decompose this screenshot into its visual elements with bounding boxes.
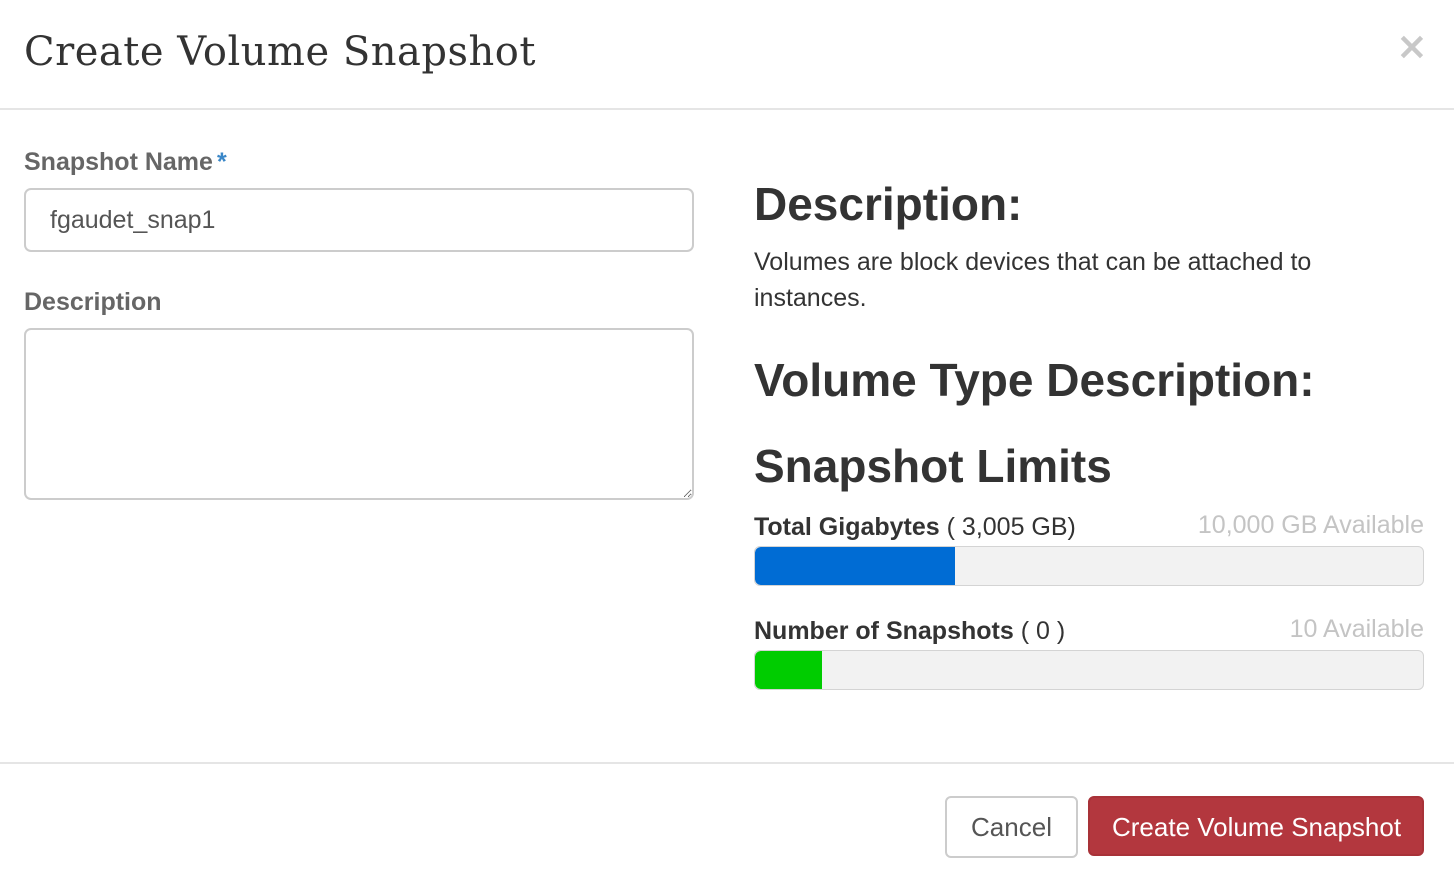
create-volume-snapshot-button[interactable]: Create Volume Snapshot	[1088, 796, 1424, 856]
quota-gigabytes-available: 10,000 GB Available	[1197, 511, 1424, 539]
required-marker: *	[216, 148, 227, 176]
description-heading: Description:	[754, 178, 1023, 230]
quota-snapshots-label: Number of Snapshots ( 0 )	[754, 615, 1065, 647]
quota-snapshots-progress-fill	[755, 651, 822, 689]
dialog-body: Snapshot Name* Description Description: …	[0, 110, 1454, 762]
cancel-button[interactable]: Cancel	[945, 796, 1078, 858]
quota-gigabytes-label: Total Gigabytes ( 3,005 GB)	[754, 511, 1076, 543]
quota-gigabytes-progress	[754, 546, 1424, 586]
description-label: Description	[24, 288, 162, 316]
dialog-header: Create Volume Snapshot ×	[0, 0, 1454, 110]
dialog-title: Create Volume Snapshot	[24, 29, 536, 75]
description-help-text: Volumes are block devices that can be at…	[754, 248, 1312, 312]
quota-snapshots-title: Number of Snapshots	[754, 617, 1014, 645]
quota-gigabytes-used: ( 3,005 GB)	[946, 513, 1076, 541]
snapshot-name-label: Snapshot Name *	[24, 146, 227, 178]
quota-gigabytes-title: Total Gigabytes	[754, 513, 940, 541]
snapshot-limits-heading: Snapshot Limits	[754, 440, 1112, 492]
quota-gigabytes-progress-fill	[755, 547, 956, 585]
quota-gigabytes-row: Total Gigabytes ( 3,005 GB) 10,000 GB Av…	[754, 511, 1424, 543]
description-textarea[interactable]	[24, 328, 694, 500]
quota-snapshots-available: 10 Available	[1289, 615, 1424, 643]
quota-snapshots-used: ( 0 )	[1020, 617, 1066, 645]
quota-snapshots-row: Number of Snapshots ( 0 ) 10 Available	[754, 615, 1424, 647]
create-volume-snapshot-dialog: Create Volume Snapshot × Snapshot Name * …	[0, 0, 1454, 888]
snapshot-name-input[interactable]	[24, 188, 694, 252]
quota-snapshots-progress	[754, 650, 1424, 690]
volume-type-heading: Volume Type Description:	[754, 354, 1315, 406]
dialog-footer: Cancel Create Volume Snapshot	[0, 762, 1454, 888]
snapshot-name-label-text: Snapshot Name	[24, 148, 213, 176]
close-icon[interactable]: ×	[1396, 26, 1428, 66]
